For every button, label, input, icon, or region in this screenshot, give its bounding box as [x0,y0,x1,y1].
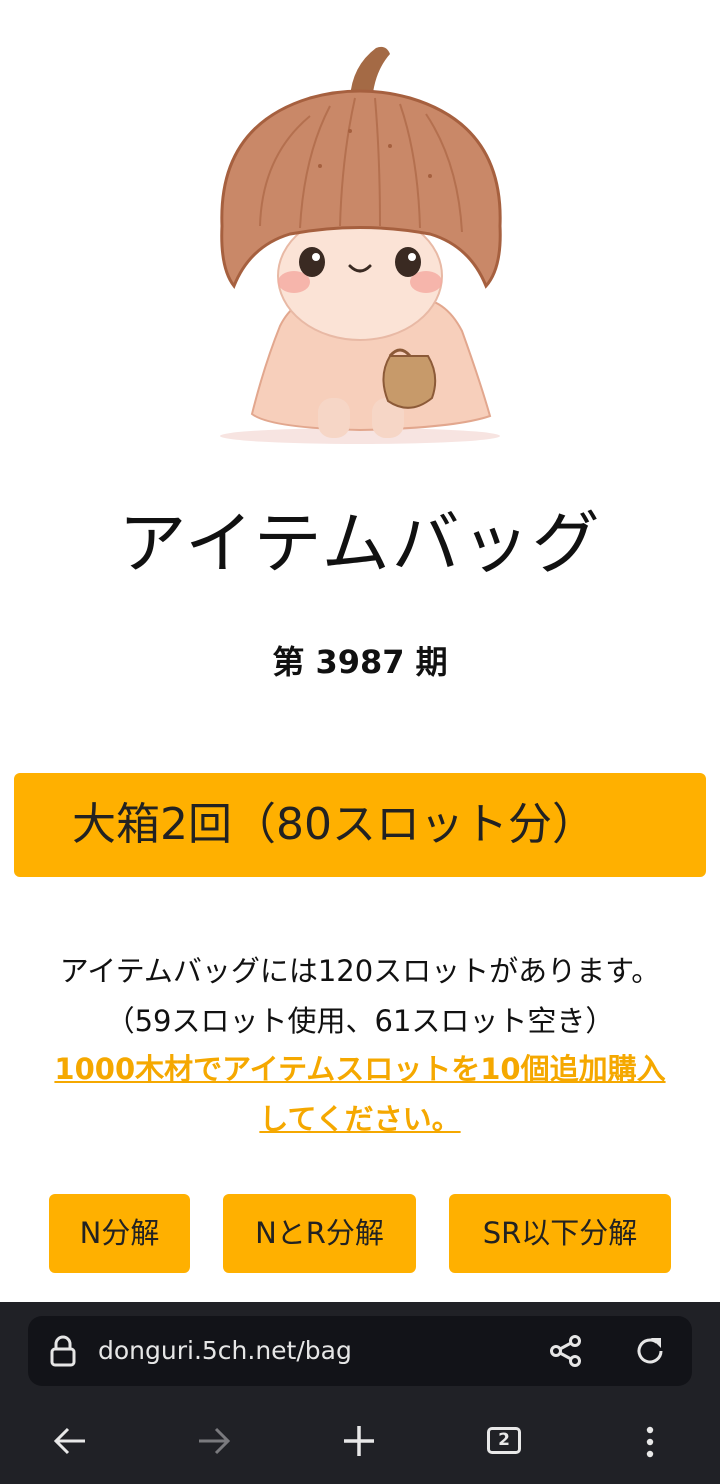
slot-info: アイテムバッグには120スロットがあります。 （59スロット使用、61スロット空… [0,946,720,1046]
tabs-icon[interactable]: 2 [487,1427,521,1454]
url-text[interactable]: donguri.5ch.net/bag [98,1316,352,1386]
slot-info-usage: （59スロット使用、61スロット空き） [105,1004,615,1038]
address-bar[interactable]: donguri.5ch.net/bag [28,1316,692,1386]
n-decompose-button[interactable]: N分解 [49,1194,190,1273]
page-title: アイテムバッグ [118,505,602,584]
browser-chrome: donguri.5ch.net/bag 2 [0,1302,720,1484]
share-icon[interactable] [548,1334,584,1368]
big-box-button[interactable]: 大箱2回（80スロット分） [14,773,706,877]
lock-icon [50,1335,76,1367]
forward-arrow-icon [199,1427,231,1455]
page-content: アイテムバッグ 第 3987 期 大箱2回（80スロット分） アイテムバッグには… [0,0,720,1302]
n-and-r-decompose-button[interactable]: NとR分解 [223,1194,416,1273]
more-menu-icon[interactable] [640,1424,660,1460]
new-tab-plus-icon[interactable] [342,1424,376,1458]
period-label: 第 3987 期 [272,643,448,681]
slot-info-total: アイテムバッグには120スロットがあります。 [59,954,661,988]
acorn-mascot-image [220,46,502,444]
sr-and-below-decompose-button[interactable]: SR以下分解 [449,1194,671,1273]
buy-slots-link-line2[interactable]: してください。 [0,1094,720,1144]
buy-slots-link[interactable]: 1000木材でアイテムスロットを10個追加購入 してください。 [0,1044,720,1144]
reload-icon[interactable] [632,1333,668,1369]
buy-slots-link-line1[interactable]: 1000木材でアイテムスロットを10個追加購入 [0,1044,720,1094]
back-arrow-icon[interactable] [52,1425,88,1457]
